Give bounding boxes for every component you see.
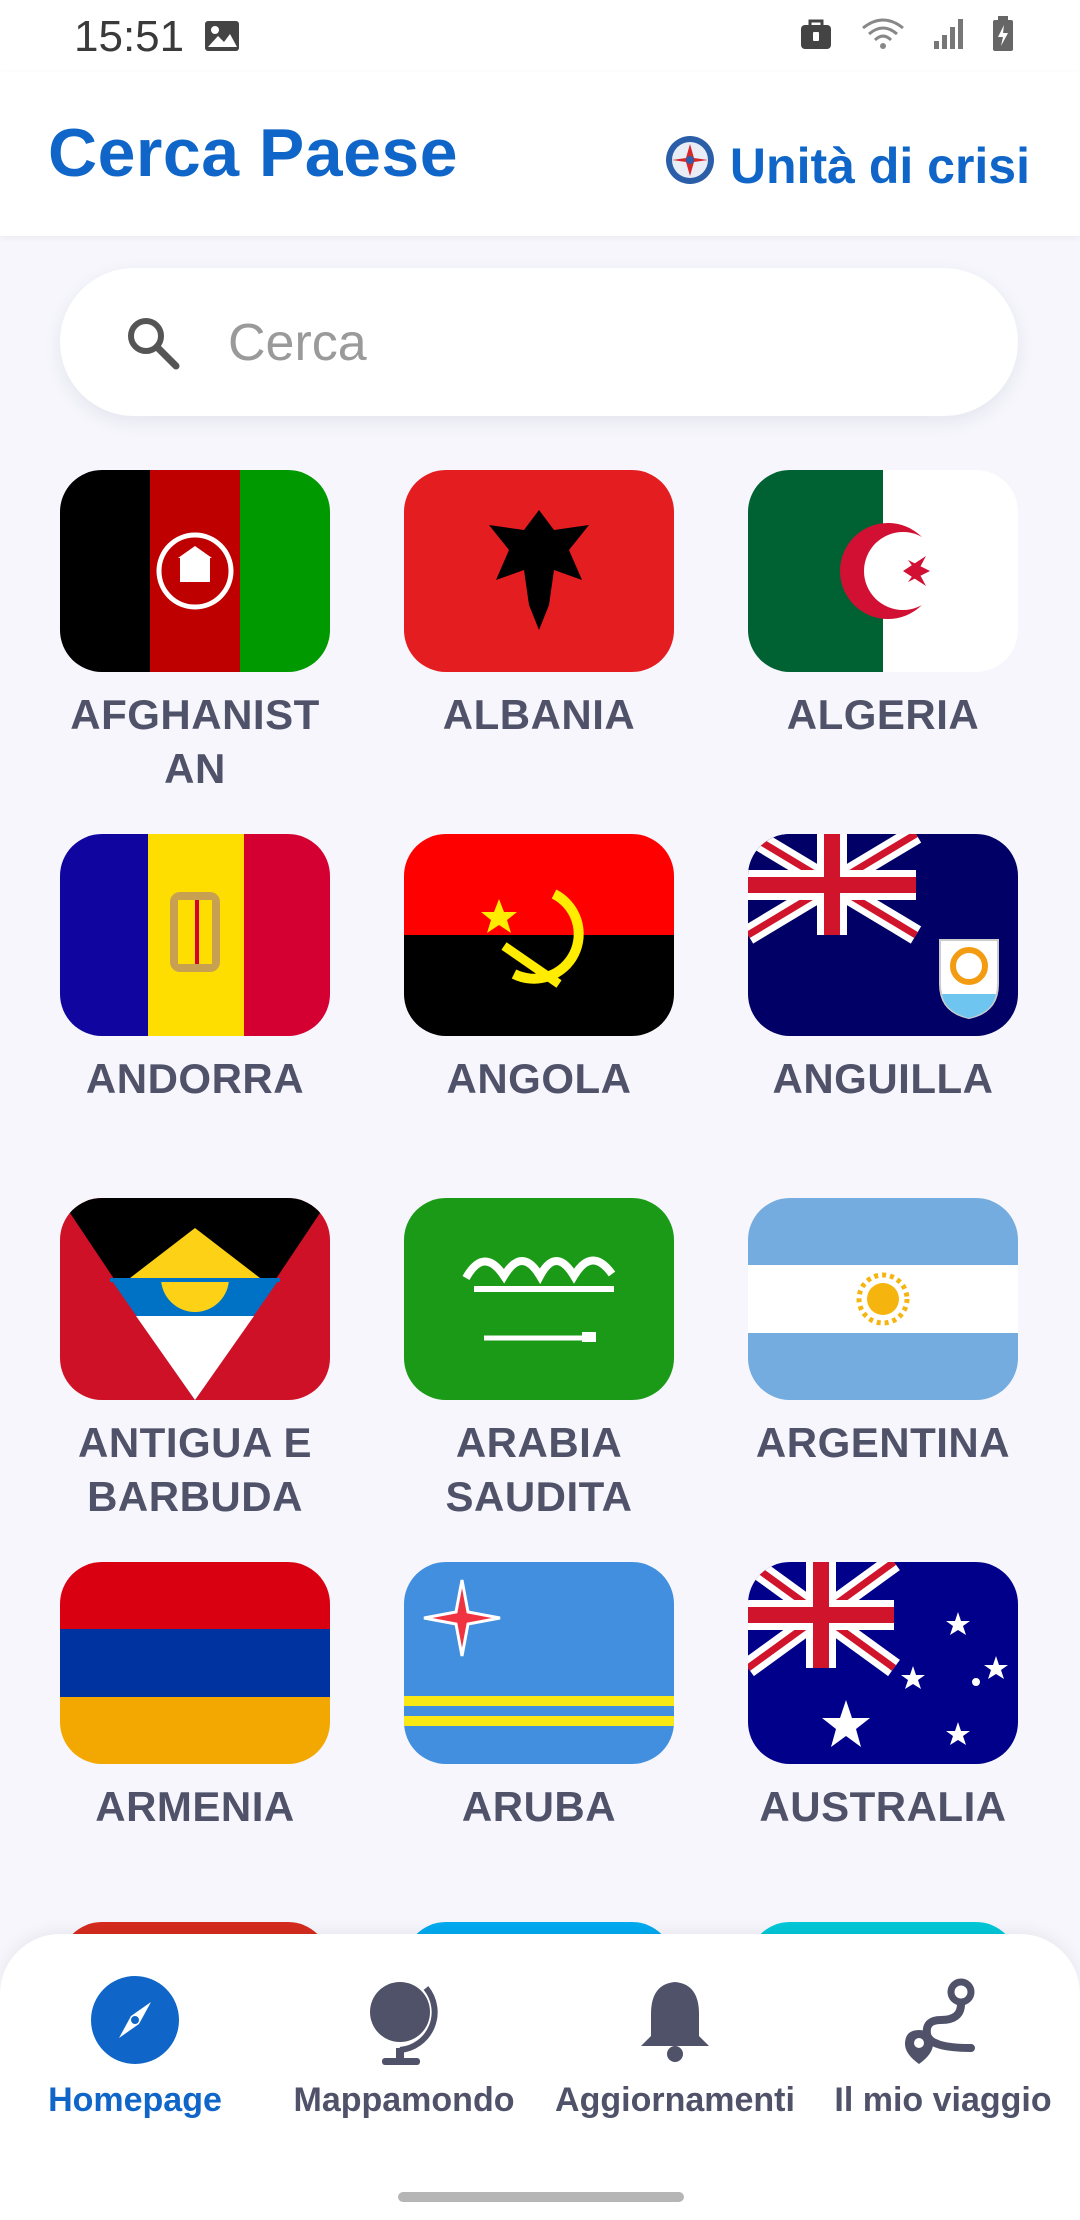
country-name: AFGHANIST AN [70,691,320,792]
nav-label: Mappamondo [293,2081,515,2119]
country-row: AFGHANIST AN ALBANIA ALGERIA [60,470,1020,800]
country-card-aruba[interactable]: ARUBA [404,1562,674,1834]
status-time: 15:51 [74,12,185,61]
crisis-unit-button[interactable]: Unità di crisi [664,134,1030,198]
flag-albania-icon [404,470,674,672]
country-row: ARMENIA ARUBA AUSTRALIA [60,1562,1020,1892]
signal-icon [932,17,966,56]
country-name: ARGENTINA [755,1419,1011,1466]
country-card-armenia[interactable]: ARMENIA [60,1562,330,1834]
flag-angola-icon [404,834,674,1036]
home-indicator[interactable] [398,2192,684,2202]
country-name: ARUBA [461,1783,617,1830]
flag-saudi-arabia-icon [404,1198,674,1400]
flag-antigua-barbuda-icon [60,1198,330,1400]
nav-mappamondo[interactable]: Mappamondo [284,1974,524,2120]
search-bar[interactable] [60,268,1018,416]
wifi-icon [860,16,906,57]
page-title: Cerca Paese [48,115,459,191]
country-card-algeria[interactable]: ALGERIA [748,470,1018,742]
nav-label: Aggiornamenti [555,2081,795,2119]
country-name: AUSTRALIA [759,1783,1007,1830]
country-card-antigua-e-barbuda[interactable]: ANTIGUA E BARBUDA [60,1198,330,1524]
country-name: ALGERIA [786,691,980,738]
bottom-navigation: Homepage Mappamondo Aggiornamenti Il mio… [0,1934,1080,2220]
country-name: ANGOLA [446,1055,632,1102]
search-icon [124,314,182,377]
flag-afghanistan-icon [60,470,330,672]
country-name: ANGUILLA [772,1055,994,1102]
image-icon [204,20,240,57]
bell-icon [629,1982,721,2070]
flag-anguilla-icon [748,834,1018,1036]
country-card-arabia-saudita[interactable]: ARABIA SAUDITA [404,1198,674,1524]
country-card-argentina[interactable]: ARGENTINA [748,1198,1018,1470]
country-card-albania[interactable]: ALBANIA [404,470,674,742]
compass-icon [89,1976,181,2070]
nav-homepage[interactable]: Homepage [40,1974,230,2120]
country-card-australia[interactable]: AUSTRALIA [748,1562,1018,1834]
country-name: ANTIGUA E BARBUDA [78,1419,312,1520]
country-name: ANDORRA [85,1055,305,1102]
status-bar: 15:51 [0,0,1080,72]
country-card-angola[interactable]: ANGOLA [404,834,674,1106]
country-name: ALBANIA [442,691,636,738]
country-card-afghanistan[interactable]: AFGHANIST AN [60,470,330,796]
country-card-andorra[interactable]: ANDORRA [60,834,330,1106]
search-input[interactable] [226,304,930,382]
flag-argentina-icon [748,1198,1018,1400]
battery-icon [992,16,1014,57]
country-row: ANTIGUA E BARBUDA ARABIA SAUDITA ARGENTINA [60,1198,1020,1528]
nav-aggiornamenti[interactable]: Aggiornamenti [540,1974,810,2120]
app-header: Cerca Paese Unità di crisi [0,72,1080,236]
country-name: ARABIA SAUDITA [445,1419,633,1520]
crisis-unit-logo-icon [664,134,716,198]
flag-andorra-icon [60,834,330,1036]
country-name: ARMENIA [95,1783,295,1830]
nav-il-mio-viaggio[interactable]: Il mio viaggio [828,1974,1058,2120]
nav-label: Il mio viaggio [834,2081,1052,2119]
lock-bag-icon [798,16,834,57]
flag-armenia-icon [60,1562,330,1764]
country-row: ANDORRA ANGOLA ANGUILLA [60,834,1020,1164]
country-card-anguilla[interactable]: ANGUILLA [748,834,1018,1106]
flag-aruba-icon [404,1562,674,1764]
crisis-unit-label: Unità di crisi [729,138,1030,194]
globe-icon [358,1982,450,2070]
nav-label: Homepage [48,2081,222,2119]
flag-algeria-icon [748,470,1018,672]
flag-australia-icon [748,1562,1018,1764]
route-icon [897,1978,989,2070]
